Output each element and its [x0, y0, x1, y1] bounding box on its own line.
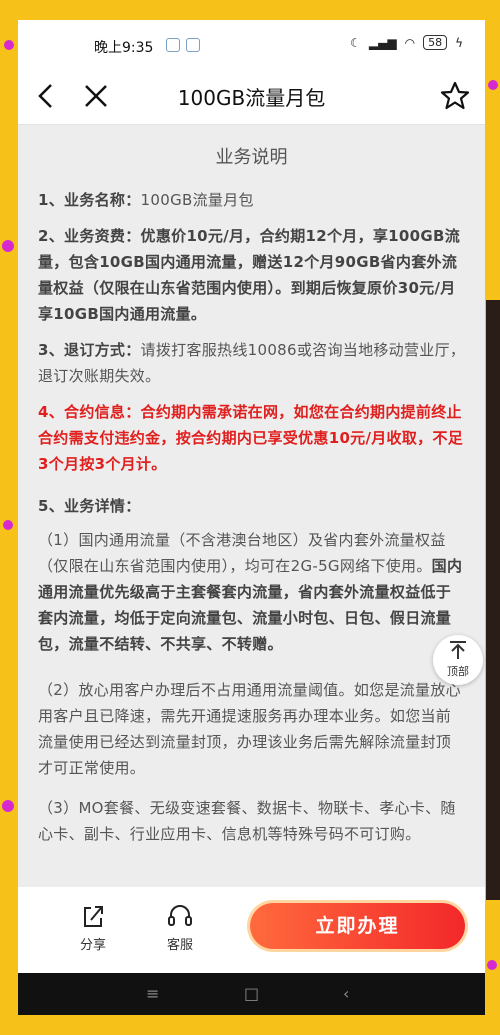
navigation-bar: 100GB流量月包	[18, 68, 485, 125]
menu-icon[interactable]: ≡	[146, 984, 159, 1003]
item-contract-info: 4、合约信息：合约期内需承诺在网，如您在合约期内提前终止合约需支付违约金，按合约…	[38, 399, 466, 477]
wifi-icon: ◠	[404, 35, 416, 50]
content-area: 业务说明 1、业务名称：100GB流量月包 2、业务资费：优惠价10元/月，合约…	[18, 125, 485, 885]
customer-service-button[interactable]: 客服	[150, 902, 210, 953]
page-title: 100GB流量月包	[177, 86, 326, 110]
item-label: 2、业务资费：	[38, 227, 141, 245]
background-dot	[4, 40, 14, 50]
battery-indicator: 58	[423, 35, 448, 50]
background-dot	[2, 800, 14, 812]
background-dot	[488, 80, 498, 90]
item-label: 5、业务详情：	[38, 497, 141, 515]
section-title: 业务说明	[215, 147, 288, 168]
background-photo-strip	[486, 300, 500, 900]
item-business-name: 1、业务名称：100GB流量月包	[38, 187, 466, 213]
scroll-top-label: 顶部	[447, 665, 469, 678]
favorite-button[interactable]	[437, 78, 473, 114]
item-label: 3、退订方式：	[38, 341, 141, 359]
detail-3: （3）MO套餐、无级变速套餐、数据卡、物联卡、孝心卡、随心卡、副卡、行业应用卡、…	[38, 799, 456, 843]
scroll-top-button[interactable]: 顶部	[433, 635, 483, 685]
share-button[interactable]: 分享	[63, 902, 123, 953]
status-bar: 晚上9:35 ☾ ▂▄▆ ◠ 58 ϟ	[18, 20, 485, 68]
system-navigation-bar: ≡ □ ‹	[18, 973, 485, 1015]
share-label: 分享	[79, 938, 106, 953]
detail-1: （1）国内通用流量（不含港澳台地区）及省内套外流量权益（仅限在山东省范围内使用）…	[38, 527, 466, 657]
star-icon	[440, 81, 470, 110]
headset-icon	[168, 905, 192, 926]
item-business-details: 5、业务详情：	[38, 493, 466, 519]
share-icon	[84, 906, 103, 927]
item-business-fee: 2、业务资费：优惠价10元/月，合约期12个月，享100GB流量，包含10GB国…	[38, 223, 466, 327]
bottom-action-bar: 分享 客服 立即办理	[18, 887, 485, 973]
charging-icon: ϟ	[455, 35, 463, 50]
detail-1-text: （1）国内通用流量（不含港澳台地区）及省内套外流量权益（仅限在山东省范围内使用）…	[38, 531, 446, 575]
item-unsubscribe: 3、退订方式：请拨打客服热线10086或咨询当地移动营业厅，退订次账期失效。	[38, 337, 466, 389]
background-dot	[487, 960, 497, 970]
home-icon[interactable]: □	[244, 984, 259, 1003]
apply-button[interactable]: 立即办理	[250, 903, 465, 949]
moon-icon: ☾	[350, 35, 361, 50]
signal-icon: ▂▄▆	[368, 35, 397, 50]
back-triangle-icon[interactable]: ‹	[343, 984, 349, 1003]
detail-2: （2）放心用客户办理后不占用通用流量阈值。如您是流量放心用客户且已降速，需先开通…	[38, 681, 461, 777]
status-time: 晚上9:35	[94, 40, 154, 56]
item-label: 4、合约信息：	[38, 403, 141, 421]
phone-screen: 晚上9:35 ☾ ▂▄▆ ◠ 58 ϟ 100GB流量月包 业务说明 1、业务名…	[18, 20, 485, 1015]
notification-icon	[186, 38, 200, 52]
arrow-up-icon	[450, 641, 466, 659]
background-dot	[2, 240, 14, 252]
item-text: 100GB流量月包	[140, 191, 254, 209]
status-right: ☾ ▂▄▆ ◠ 58 ϟ	[350, 35, 463, 50]
background-dot	[3, 520, 13, 530]
notification-icon	[166, 38, 180, 52]
customer-service-label: 客服	[166, 938, 193, 953]
item-label: 1、业务名称：	[38, 191, 141, 209]
